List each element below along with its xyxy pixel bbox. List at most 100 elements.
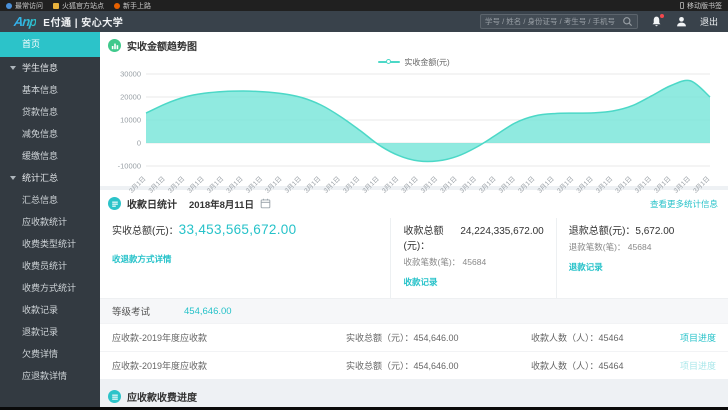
- daily-stats-icon: [108, 197, 121, 210]
- main-content: 实收金额趋势图 实收金额(元) 3000020000100000-100003月…: [100, 32, 728, 410]
- project-name: 应收款-2019年度应收款: [112, 359, 346, 372]
- svg-text:-10000: -10000: [118, 162, 141, 171]
- app-header: Anp E付通 | 安心大学 退出: [0, 11, 728, 32]
- logout-button[interactable]: 退出: [700, 15, 718, 28]
- collection-count-label: 收款笔数(笔)：: [403, 257, 460, 267]
- browser-bookmarks-bar: 最常访问 火狐官方站点 新手上路 移动版书签: [0, 0, 728, 11]
- project-progress-link[interactable]: 项目进度: [666, 331, 716, 344]
- bookmark-item[interactable]: 火狐官方站点: [53, 1, 104, 11]
- exam-project-row: 应收款-2019年度应收款实收总额（元）：454,646.00收款人数（人）：4…: [100, 351, 728, 379]
- sidebar-item-label: 退款记录: [22, 327, 58, 337]
- project-received-total: 实收总额（元）：454,646.00: [346, 359, 531, 372]
- sidebar-item-label: 应收款统计: [22, 217, 67, 227]
- sidebar-item-receivable-stats[interactable]: 应收款统计: [0, 211, 100, 233]
- sidebar-item-student-info[interactable]: 学生信息: [0, 57, 100, 79]
- sidebar-item-payment-records[interactable]: 收款记录: [0, 299, 100, 321]
- sidebar-item-basic-info[interactable]: 基本信息: [0, 79, 100, 101]
- sidebar-item-stats-summary[interactable]: 统计汇总: [0, 167, 100, 189]
- notification-bell-icon[interactable]: [650, 15, 663, 28]
- sidebar: 首页学生信息基本信息贷款信息减免信息缓缴信息统计汇总汇总信息应收款统计收费类型统…: [0, 32, 100, 410]
- firefox-icon: [114, 3, 120, 9]
- daily-stats-card: 收款日统计 2018年8月11日 查看更多统计信息 实收总额(元)： 33,45…: [100, 190, 728, 379]
- project-payer-count: 收款人数（人）：45464: [531, 359, 666, 372]
- sidebar-item-label: 基本信息: [22, 85, 58, 95]
- trend-chart-card: 实收金额趋势图 实收金额(元) 3000020000100000-100003月…: [100, 32, 728, 186]
- app-logo: Anp: [13, 14, 37, 29]
- sidebar-item-deferred-info[interactable]: 缓缴信息: [0, 145, 100, 167]
- trend-section-title: 实收金额趋势图: [127, 38, 197, 53]
- trend-area-chart: 3000020000100000-100003月1日3月1日3月1日3月1日3月…: [110, 68, 718, 184]
- daily-stats-row: 实收总额(元)： 33,453,565,672.00 收退款方式详情 收款总额(…: [100, 214, 728, 298]
- refund-count-label: 退款笔数(笔)：: [569, 242, 626, 252]
- chevron-down-icon: [10, 66, 16, 70]
- project-received-total: 实收总额（元）：454,646.00: [346, 331, 531, 344]
- legend-label: 实收金额(元): [404, 57, 449, 68]
- sidebar-item-label: 欠费详情: [22, 349, 58, 359]
- chart-legend[interactable]: 实收金额(元): [100, 56, 728, 68]
- brand: Anp E付通 | 安心大学: [14, 14, 123, 29]
- bookmark-item[interactable]: 最常访问: [6, 1, 43, 11]
- sidebar-item-fee-type-stats[interactable]: 收费类型统计: [0, 233, 100, 255]
- collection-total-value: 24,224,335,672.00: [460, 226, 543, 237]
- exam-name: 等级考试: [112, 304, 150, 318]
- sidebar-item-reduction-info[interactable]: 减免信息: [0, 123, 100, 145]
- mobile-bookmarks-label: 移动版书签: [687, 1, 722, 11]
- project-name: 应收款-2019年度应收款: [112, 331, 346, 344]
- refund-count-value: 45684: [628, 242, 652, 252]
- exam-block: 等级考试 454,646.00 应收款-2019年度应收款实收总额（元）：454…: [100, 298, 728, 379]
- sidebar-item-label: 收费员统计: [22, 261, 67, 271]
- sidebar-item-summary-info[interactable]: 汇总信息: [0, 189, 100, 211]
- sidebar-item-label: 汇总信息: [22, 195, 58, 205]
- exam-project-row: 应收款-2019年度应收款实收总额（元）：454,646.00收款人数（人）：4…: [100, 323, 728, 351]
- notification-badge: [660, 14, 664, 18]
- svg-text:30000: 30000: [120, 70, 141, 79]
- trend-chart-icon: [108, 39, 121, 52]
- folder-icon: [53, 3, 59, 9]
- app-title: E付通 | 安心大学: [43, 14, 123, 29]
- progress-section-title: 应收款收费进度: [127, 389, 197, 404]
- search-icon[interactable]: [622, 16, 633, 27]
- refund-total-label: 退款总额(元)：: [569, 222, 636, 237]
- collection-total-label: 收款总额(元)：: [403, 222, 460, 252]
- search-box[interactable]: [480, 14, 638, 29]
- sidebar-item-label: 收款记录: [22, 305, 58, 315]
- view-more-stats-link[interactable]: 查看更多统计信息: [650, 198, 718, 210]
- sidebar-item-label: 收费方式统计: [22, 283, 76, 293]
- daily-section-title: 收款日统计: [127, 196, 177, 211]
- sidebar-item-loan-info[interactable]: 贷款信息: [0, 101, 100, 123]
- sidebar-item-arrears-detail[interactable]: 欠费详情: [0, 343, 100, 365]
- sidebar-item-home[interactable]: 首页: [0, 32, 100, 57]
- sidebar-item-label: 学生信息: [22, 63, 58, 73]
- sidebar-item-refund-records[interactable]: 退款记录: [0, 321, 100, 343]
- svg-text:0: 0: [137, 139, 141, 148]
- sidebar-item-label: 缓缴信息: [22, 151, 58, 161]
- pay-refund-method-detail-link[interactable]: 收退款方式详情: [112, 253, 172, 265]
- chevron-down-icon: [10, 176, 16, 180]
- search-input[interactable]: [485, 17, 622, 26]
- project-progress-link: 项目进度: [666, 359, 716, 372]
- sidebar-item-refund-due-detail[interactable]: 应退款详情: [0, 365, 100, 387]
- refund-records-link[interactable]: 退款记录: [569, 261, 603, 273]
- sidebar-item-label: 统计汇总: [22, 173, 58, 183]
- sidebar-item-cashier-stats[interactable]: 收费员统计: [0, 255, 100, 277]
- project-payer-count: 收款人数（人）：45464: [531, 331, 666, 344]
- legend-line-marker: [378, 61, 400, 63]
- received-total-block: 实收总额(元)： 33,453,565,672.00 收退款方式详情: [100, 218, 390, 298]
- bookmark-item[interactable]: 新手上路: [114, 1, 151, 11]
- refund-total-value: 5,672.00: [635, 226, 674, 237]
- exam-header-row: 等级考试 454,646.00: [100, 298, 728, 323]
- collection-total-block: 收款总额(元)： 24,224,335,672.00 收款笔数(笔)： 4568…: [390, 218, 555, 298]
- svg-text:10000: 10000: [120, 116, 141, 125]
- received-total-value: 33,453,565,672.00: [179, 222, 297, 237]
- stats-date: 2018年8月11日: [189, 197, 254, 211]
- progress-section-icon: [108, 390, 121, 403]
- sidebar-item-pay-method-stats[interactable]: 收费方式统计: [0, 277, 100, 299]
- user-avatar-icon[interactable]: [675, 15, 688, 28]
- calendar-icon[interactable]: [260, 198, 271, 209]
- mobile-bookmarks-button[interactable]: 移动版书签: [680, 1, 722, 11]
- bookmark-label: 新手上路: [123, 1, 151, 11]
- sidebar-item-label: 应退款详情: [22, 371, 67, 381]
- bookmark-label: 最常访问: [15, 1, 43, 11]
- bookmark-label: 火狐官方站点: [62, 1, 104, 11]
- collection-records-link[interactable]: 收款记录: [403, 276, 437, 288]
